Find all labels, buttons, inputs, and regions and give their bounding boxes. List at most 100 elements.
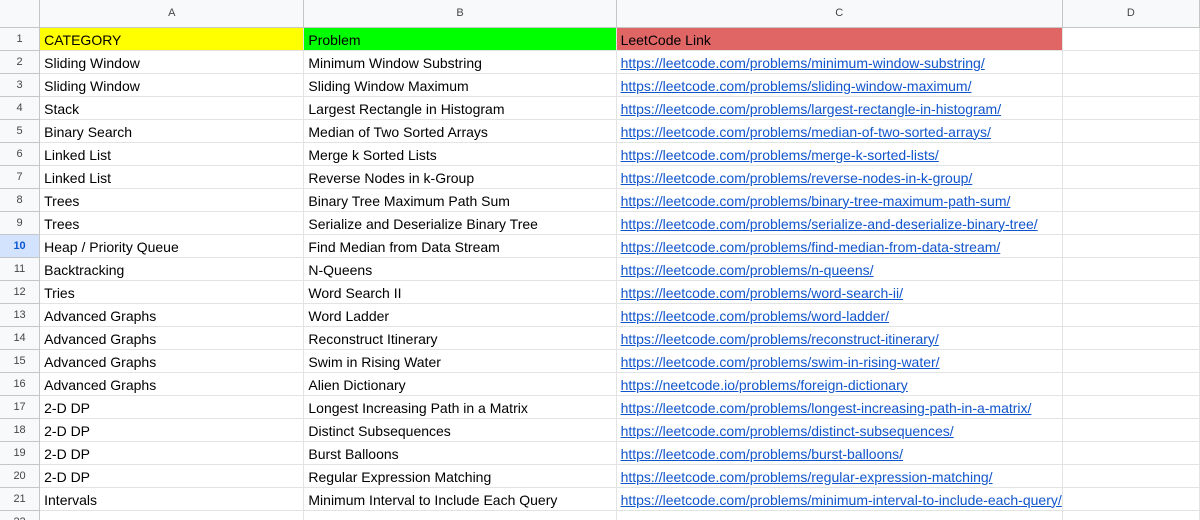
cell-link[interactable]: https://leetcode.com/problems/find-media… [616,234,1063,258]
cell-link[interactable]: https://leetcode.com/problems/reconstruc… [616,326,1063,350]
column-header-d[interactable]: D [1062,0,1200,28]
row-header[interactable]: 11 [0,257,41,281]
row-header[interactable]: 14 [0,326,41,350]
row-header[interactable]: 1 [0,27,41,51]
column-header-a[interactable]: A [39,0,305,28]
cell-empty[interactable] [1062,234,1200,258]
row-header[interactable]: 10 [0,234,41,258]
cell-problem[interactable]: Largest Rectangle in Histogram [303,96,617,120]
cell-category[interactable]: Advanced Graphs [39,326,305,350]
cell-empty[interactable] [1062,326,1200,350]
cell-category[interactable]: Trees [39,211,305,235]
cell-empty[interactable] [1062,73,1200,97]
cell-link[interactable]: https://leetcode.com/problems/binary-tre… [616,188,1063,212]
cell-empty[interactable] [1062,487,1200,511]
cell-category[interactable]: Heap / Priority Queue [39,234,305,258]
row-header[interactable]: 16 [0,372,41,396]
cell-category[interactable]: Linked List [39,165,305,189]
row-header[interactable]: 2 [0,50,41,74]
cell-category[interactable]: Tries [39,280,305,304]
cell-link[interactable] [616,510,1063,520]
cell-empty[interactable] [1062,349,1200,373]
cell-problem[interactable]: Sliding Window Maximum [303,73,617,97]
row-header[interactable]: 6 [0,142,41,166]
cell-link[interactable]: https://leetcode.com/problems/minimum-in… [616,487,1063,511]
row-header[interactable]: 15 [0,349,41,373]
header-cell-link[interactable]: LeetCode Link [616,27,1063,51]
cell-category[interactable]: 2-D DP [39,464,305,488]
cell-link[interactable]: https://leetcode.com/problems/minimum-wi… [616,50,1063,74]
cell-category[interactable]: Binary Search [39,119,305,143]
row-header[interactable]: 12 [0,280,41,304]
select-all-corner[interactable] [0,0,41,28]
cell-empty[interactable] [1062,303,1200,327]
cell-problem[interactable]: Merge k Sorted Lists [303,142,617,166]
row-header[interactable]: 7 [0,165,41,189]
cell-link[interactable]: https://leetcode.com/problems/serialize-… [616,211,1063,235]
cell-category[interactable]: 2-D DP [39,395,305,419]
cell-category[interactable]: Advanced Graphs [39,303,305,327]
column-header-c[interactable]: C [616,0,1063,28]
cell-problem[interactable] [303,510,617,520]
cell-empty[interactable] [1062,211,1200,235]
cell-problem[interactable]: Longest Increasing Path in a Matrix [303,395,617,419]
row-header[interactable]: 4 [0,96,41,120]
row-header[interactable]: 19 [0,441,41,465]
cell-category[interactable]: Stack [39,96,305,120]
row-header[interactable]: 5 [0,119,41,143]
row-header[interactable]: 13 [0,303,41,327]
cell-category[interactable]: Sliding Window [39,73,305,97]
cell-link[interactable]: https://leetcode.com/problems/median-of-… [616,119,1063,143]
cell-problem[interactable]: Alien Dictionary [303,372,617,396]
cell-empty[interactable] [1062,50,1200,74]
cell-category[interactable] [39,510,305,520]
cell-problem[interactable]: Minimum Window Substring [303,50,617,74]
header-cell-problem[interactable]: Problem [303,27,617,51]
cell-problem[interactable]: Burst Balloons [303,441,617,465]
cell-problem[interactable]: Reconstruct Itinerary [303,326,617,350]
cell-empty[interactable] [1062,441,1200,465]
row-header[interactable]: 9 [0,211,41,235]
cell-link[interactable]: https://leetcode.com/problems/longest-in… [616,395,1063,419]
cell-problem[interactable]: Swim in Rising Water [303,349,617,373]
cell-empty[interactable] [1062,372,1200,396]
column-header-b[interactable]: B [303,0,617,28]
cell-category[interactable]: Advanced Graphs [39,372,305,396]
row-header[interactable]: 21 [0,487,41,511]
cell-problem[interactable]: Find Median from Data Stream [303,234,617,258]
row-header[interactable]: 18 [0,418,41,442]
cell-link[interactable]: https://leetcode.com/problems/regular-ex… [616,464,1063,488]
cell-empty[interactable] [1062,27,1200,51]
cell-category[interactable]: Intervals [39,487,305,511]
row-header[interactable]: 8 [0,188,41,212]
cell-link[interactable]: https://leetcode.com/problems/n-queens/ [616,257,1063,281]
cell-empty[interactable] [1062,119,1200,143]
cell-empty[interactable] [1062,165,1200,189]
cell-problem[interactable]: Distinct Subsequences [303,418,617,442]
cell-link[interactable]: https://leetcode.com/problems/distinct-s… [616,418,1063,442]
cell-link[interactable]: https://leetcode.com/problems/burst-ball… [616,441,1063,465]
row-header[interactable]: 17 [0,395,41,419]
cell-problem[interactable]: Minimum Interval to Include Each Query [303,487,617,511]
row-header[interactable]: 20 [0,464,41,488]
cell-link[interactable]: https://leetcode.com/problems/word-ladde… [616,303,1063,327]
cell-problem[interactable]: Word Ladder [303,303,617,327]
cell-empty[interactable] [1062,510,1200,520]
row-header[interactable]: 3 [0,73,41,97]
cell-empty[interactable] [1062,257,1200,281]
cell-problem[interactable]: Serialize and Deserialize Binary Tree [303,211,617,235]
cell-empty[interactable] [1062,96,1200,120]
cell-empty[interactable] [1062,418,1200,442]
row-header[interactable]: 22 [0,510,41,520]
cell-category[interactable]: Backtracking [39,257,305,281]
cell-category[interactable]: 2-D DP [39,418,305,442]
cell-empty[interactable] [1062,280,1200,304]
cell-empty[interactable] [1062,395,1200,419]
cell-link[interactable]: https://leetcode.com/problems/word-searc… [616,280,1063,304]
cell-empty[interactable] [1062,188,1200,212]
header-cell-category[interactable]: CATEGORY [39,27,305,51]
cell-problem[interactable]: N-Queens [303,257,617,281]
cell-category[interactable]: Advanced Graphs [39,349,305,373]
cell-link[interactable]: https://leetcode.com/problems/swim-in-ri… [616,349,1063,373]
cell-link[interactable]: https://leetcode.com/problems/sliding-wi… [616,73,1063,97]
